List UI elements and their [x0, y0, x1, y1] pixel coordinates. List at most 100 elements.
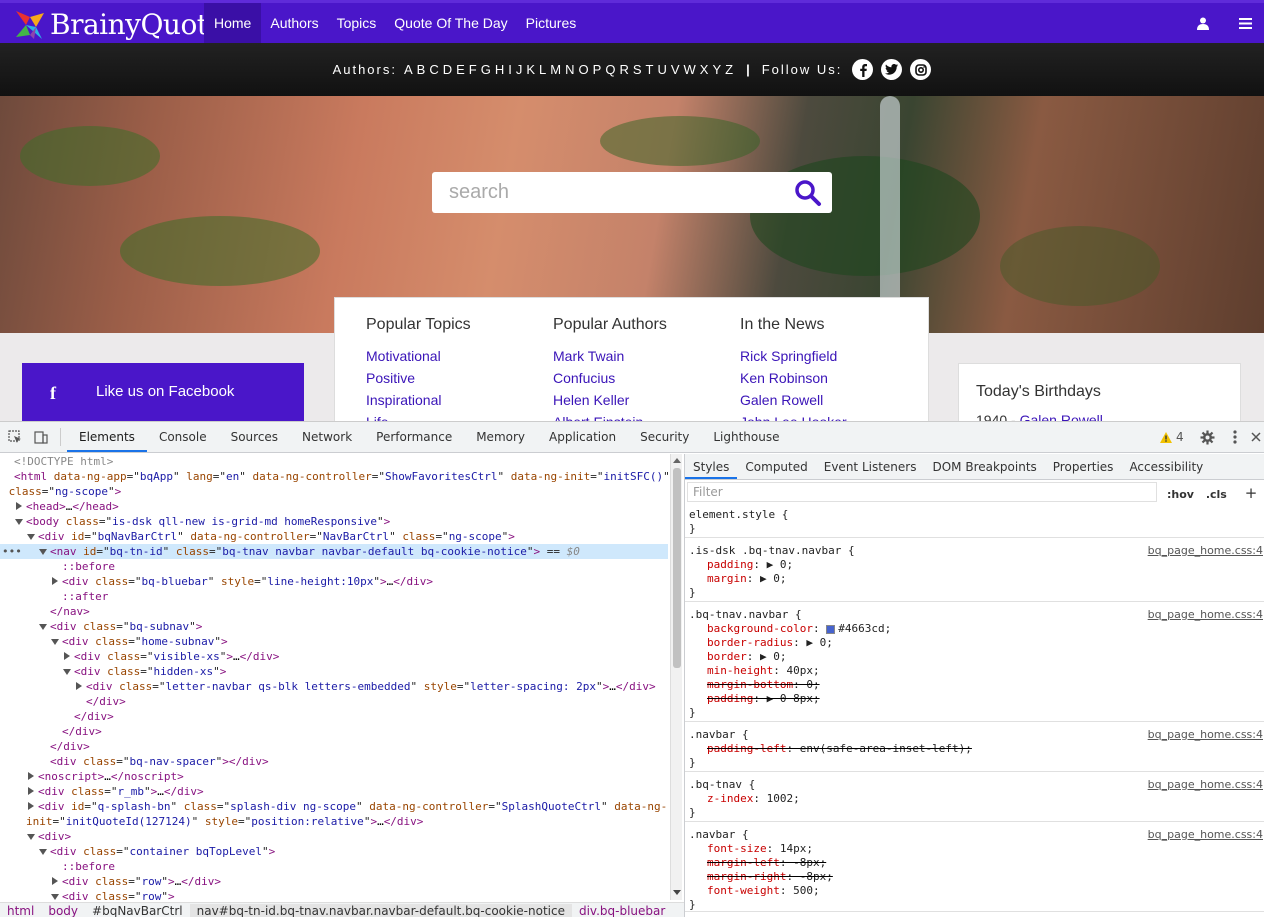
letter-link-s[interactable]: S [633, 62, 644, 77]
news-link[interactable]: Galen Rowell [740, 389, 847, 411]
dom-node-line[interactable]: <div class="hidden-xs"> [0, 664, 668, 679]
author-link[interactable]: Mark Twain [553, 345, 667, 367]
letter-link-y[interactable]: Y [712, 62, 723, 77]
dom-node-line[interactable]: ::before [0, 559, 668, 574]
letter-link-h[interactable]: H [495, 62, 506, 77]
more-options-icon[interactable] [1222, 422, 1248, 452]
letter-link-u[interactable]: U [657, 62, 668, 77]
letter-link-f[interactable]: F [469, 62, 479, 77]
breadcrumb-nav[interactable]: nav#bq-tn-id.bq-tnav.navbar.navbar-defau… [189, 903, 572, 917]
dom-node-line[interactable]: ::after [0, 589, 668, 604]
dom-node-line[interactable]: <html data-ng-app="bqApp" lang="en" data… [0, 469, 670, 484]
dom-node-line[interactable]: <noscript>…</noscript> [0, 769, 668, 784]
elements-dom-tree[interactable]: <!DOCTYPE html> <html data-ng-app="bqApp"… [0, 454, 670, 900]
cls-toggle[interactable]: .cls [1206, 488, 1227, 501]
tab-event-listeners[interactable]: Event Listeners [816, 454, 925, 479]
dom-node-line[interactable]: </div> [0, 709, 668, 724]
letter-link-e[interactable]: E [456, 62, 467, 77]
inspect-element-icon[interactable] [2, 422, 28, 452]
search-input[interactable] [432, 172, 772, 213]
dom-tree-scrollbar[interactable] [670, 454, 682, 900]
tab-security[interactable]: Security [628, 422, 701, 452]
dom-node-line[interactable]: <body class="is-dsk qll-new is-grid-md h… [0, 514, 668, 529]
nav-home[interactable]: Home [204, 3, 262, 43]
letter-link-k[interactable]: K [526, 62, 537, 77]
letter-link-n[interactable]: N [565, 62, 576, 77]
letter-link-z[interactable]: Z [725, 62, 735, 77]
letter-link-q[interactable]: Q [605, 62, 617, 77]
facebook-icon[interactable] [852, 59, 874, 80]
news-link[interactable]: John Lee Hooker [740, 411, 847, 421]
dom-node-line[interactable]: <div class="home-subnav"> [0, 634, 668, 649]
dom-node-line[interactable]: <div class="bq-nav-spacer"></div> [0, 754, 668, 769]
topic-link[interactable]: Motivational [366, 345, 471, 367]
author-link[interactable]: Helen Keller [553, 389, 667, 411]
dom-node-selected[interactable]: ••• <nav id="bq-tn-id" class="bq-tnav nav… [0, 544, 668, 559]
tab-properties[interactable]: Properties [1045, 454, 1122, 479]
brainyquote-logo[interactable]: BrainyQuote [12, 5, 224, 43]
close-devtools-icon[interactable] [1247, 422, 1264, 452]
css-rule[interactable]: bq_page_home.css:4 .navbar {font-size: 14… [685, 822, 1264, 912]
letter-link-g[interactable]: G [481, 62, 493, 77]
tab-console[interactable]: Console [147, 422, 219, 452]
hov-toggle[interactable]: :hov [1167, 488, 1194, 501]
hamburger-menu-icon[interactable] [1230, 3, 1260, 43]
css-rule[interactable]: bq_page_home.css:4 .bq-tnav.navbar {backg… [685, 602, 1264, 722]
search-icon[interactable] [794, 179, 822, 207]
new-style-rule-icon[interactable]: + [1245, 484, 1258, 502]
css-rule[interactable]: bq_page_home.css:4 .bq-tnav {z-index: 100… [685, 772, 1264, 822]
dom-node-line[interactable]: <div class="r_mb">…</div> [0, 784, 668, 799]
letter-link-x[interactable]: X [700, 62, 711, 77]
dom-node-line[interactable]: <div class="bq-bluebar" style="line-heig… [0, 574, 668, 589]
letter-link-m[interactable]: M [550, 62, 563, 77]
letter-link-p[interactable]: P [593, 62, 604, 77]
dom-node-line[interactable]: <div class="row">…</div> [0, 874, 668, 889]
settings-gear-icon[interactable] [1194, 422, 1220, 452]
dom-node-line[interactable]: <div id="q-splash-bn" class="splash-div … [0, 799, 668, 814]
dom-node-line[interactable]: </div> [0, 739, 668, 754]
tab-application[interactable]: Application [537, 422, 628, 452]
letter-link-t[interactable]: T [646, 62, 656, 77]
tab-styles[interactable]: Styles [685, 454, 738, 479]
warnings-badge[interactable]: 4 [1160, 430, 1184, 444]
facebook-like-button[interactable]: f Like us on Facebook [22, 363, 304, 421]
letter-link-i[interactable]: I [508, 62, 514, 77]
dom-node-line[interactable]: <div class="visible-xs">…</div> [0, 649, 668, 664]
tab-accessibility[interactable]: Accessibility [1121, 454, 1211, 479]
dom-node-line[interactable]: <div id="bqNavBarCtrl" data-ng-controlle… [0, 529, 668, 544]
breadcrumb-body[interactable]: body [41, 904, 85, 917]
dom-node-line[interactable]: <head>…</head> [0, 499, 668, 514]
tab-network[interactable]: Network [290, 422, 364, 452]
dom-node-line[interactable]: <div class="container bqTopLevel"> [0, 844, 668, 859]
tab-computed[interactable]: Computed [737, 454, 815, 479]
twitter-icon[interactable] [881, 59, 903, 80]
letter-link-w[interactable]: W [684, 62, 698, 77]
tab-performance[interactable]: Performance [364, 422, 464, 452]
news-link[interactable]: Rick Springfield [740, 345, 847, 367]
dom-node-line[interactable]: init="initQuoteId(127124)" style="positi… [0, 814, 668, 829]
dom-node-line[interactable]: </div> [0, 694, 668, 709]
dom-node-line[interactable]: <div class="letter-navbar qs-blk letters… [0, 679, 668, 694]
user-icon[interactable] [1188, 3, 1218, 43]
css-rule[interactable]: bq_page_home.css:4 .is-dsk .bq-tnav.navba… [685, 538, 1264, 602]
dom-node-line[interactable]: <div class="bq-subnav"> [0, 619, 668, 634]
styles-filter-input[interactable]: Filter [687, 482, 1157, 502]
dom-node-line[interactable]: <!DOCTYPE html> [0, 454, 668, 469]
letter-link-l[interactable]: L [539, 62, 548, 77]
letter-link-c[interactable]: C [429, 62, 440, 77]
css-rule[interactable]: element.style {} [685, 502, 1264, 538]
css-rule[interactable]: bq_page_home.css:4 .navbar {padding-left:… [685, 722, 1264, 772]
author-link[interactable]: Confucius [553, 367, 667, 389]
letter-link-j[interactable]: J [516, 62, 525, 77]
breadcrumb-bluebar[interactable]: div.bq-bluebar [572, 904, 672, 917]
letter-link-b[interactable]: B [417, 62, 428, 77]
tab-sources[interactable]: Sources [219, 422, 290, 452]
nav-pictures[interactable]: Pictures [517, 3, 586, 43]
letter-link-d[interactable]: D [443, 62, 454, 77]
topic-link[interactable]: Inspirational [366, 389, 471, 411]
letter-link-o[interactable]: O [579, 62, 591, 77]
news-link[interactable]: Ken Robinson [740, 367, 847, 389]
nav-quote-of-the-day[interactable]: Quote Of The Day [385, 3, 516, 43]
nav-topics[interactable]: Topics [328, 3, 386, 43]
device-toolbar-icon[interactable] [28, 422, 54, 452]
